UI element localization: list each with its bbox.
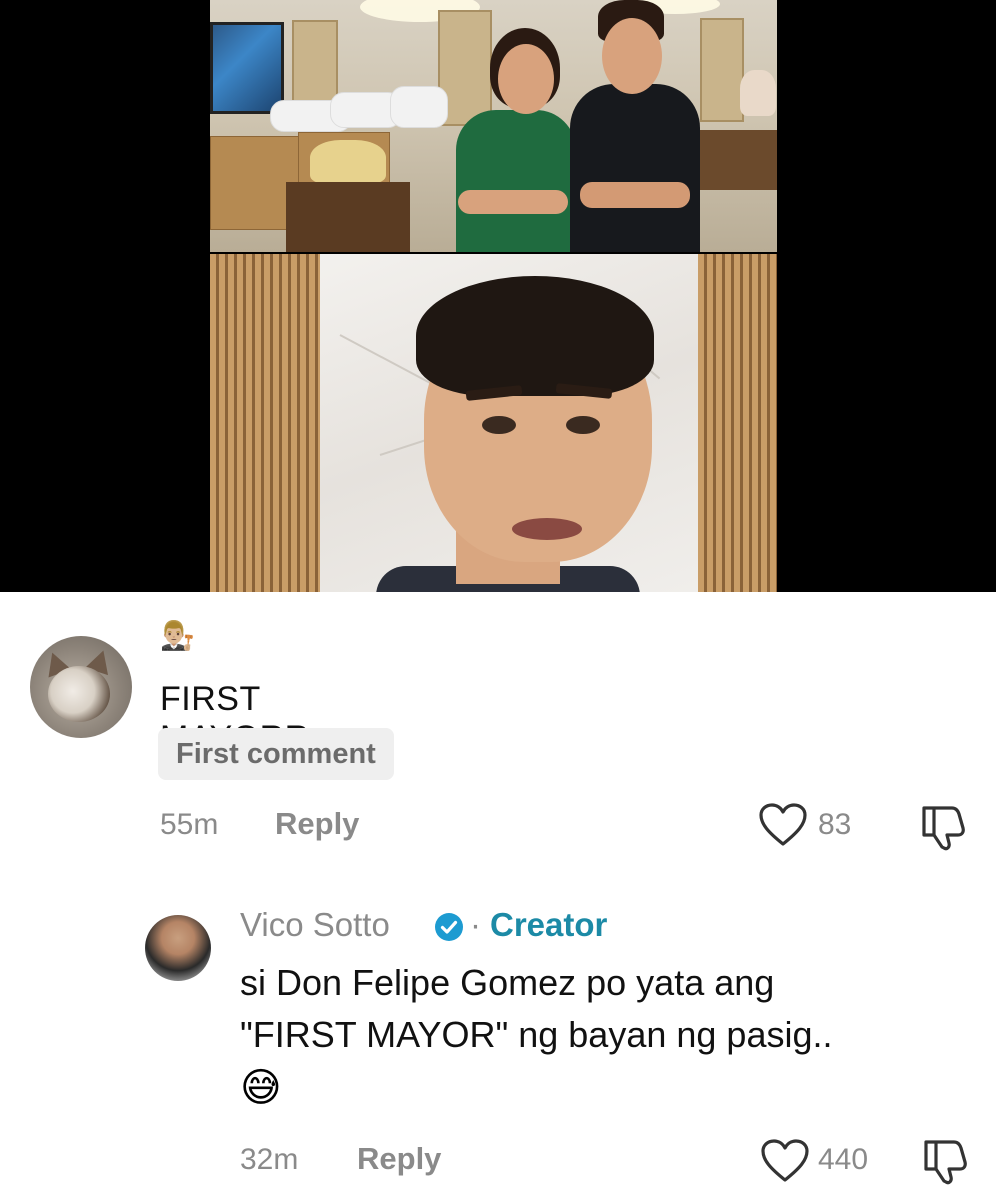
hair — [416, 276, 654, 396]
judge-emoji-badge: 👨🏼‍⚖️ — [160, 619, 195, 652]
crossed-arms — [458, 190, 568, 214]
tv-screen — [210, 22, 284, 114]
first-comment-tag: First comment — [158, 728, 394, 780]
thumbs-down-outline-icon[interactable] — [920, 1136, 972, 1191]
display-counter — [690, 130, 777, 190]
display-shelf — [700, 18, 744, 122]
creator-label: Creator — [490, 906, 608, 943]
display-counter — [286, 182, 410, 252]
crossed-arms — [580, 182, 690, 208]
video-frame-shop — [210, 0, 777, 252]
avatar[interactable] — [145, 915, 211, 981]
black-shirt — [570, 84, 700, 252]
crystal-display — [740, 70, 776, 116]
separator-dot: · — [470, 906, 481, 943]
rice-sack — [390, 86, 448, 128]
green-shirt — [456, 110, 576, 252]
right-eye — [566, 416, 600, 434]
heart-outline-icon[interactable] — [760, 1138, 810, 1189]
sweat-smile-emoji: 😅 — [240, 1065, 282, 1111]
reply-button[interactable]: Reply — [357, 1141, 441, 1177]
crystal-display — [310, 140, 386, 184]
thumbs-down-outline-icon[interactable] — [918, 802, 970, 857]
like-count: 440 — [818, 1143, 869, 1176]
cat-face — [48, 666, 110, 722]
heart-outline-icon[interactable] — [758, 802, 808, 853]
video-frame-speaker — [210, 254, 777, 592]
verified-check-icon — [434, 912, 464, 942]
comment-time: 32m — [240, 1143, 299, 1176]
display-shelf — [292, 20, 338, 106]
wood-slat-wall — [698, 254, 777, 592]
video-thumbnail[interactable] — [0, 0, 996, 592]
comment-text-line: si Don Felipe Gomez po yata ang — [240, 962, 775, 1003]
face — [498, 44, 554, 114]
comment-text-line: "FIRST MAYOR" ng bayan ng pasig.. — [240, 1014, 833, 1055]
left-eye — [482, 416, 516, 434]
face — [602, 18, 662, 94]
mouth — [512, 518, 582, 540]
like-count: 83 — [818, 808, 852, 841]
avatar[interactable] — [30, 636, 132, 738]
tiktok-comments-screen: 👨🏼‍⚖️ FIRST MAYORR First comment 55m Rep… — [0, 0, 996, 1200]
author-name[interactable]: Vico Sotto — [240, 906, 390, 944]
comment-time: 55m — [160, 808, 219, 841]
reply-button[interactable]: Reply — [275, 806, 359, 842]
wood-slat-wall — [210, 254, 320, 592]
